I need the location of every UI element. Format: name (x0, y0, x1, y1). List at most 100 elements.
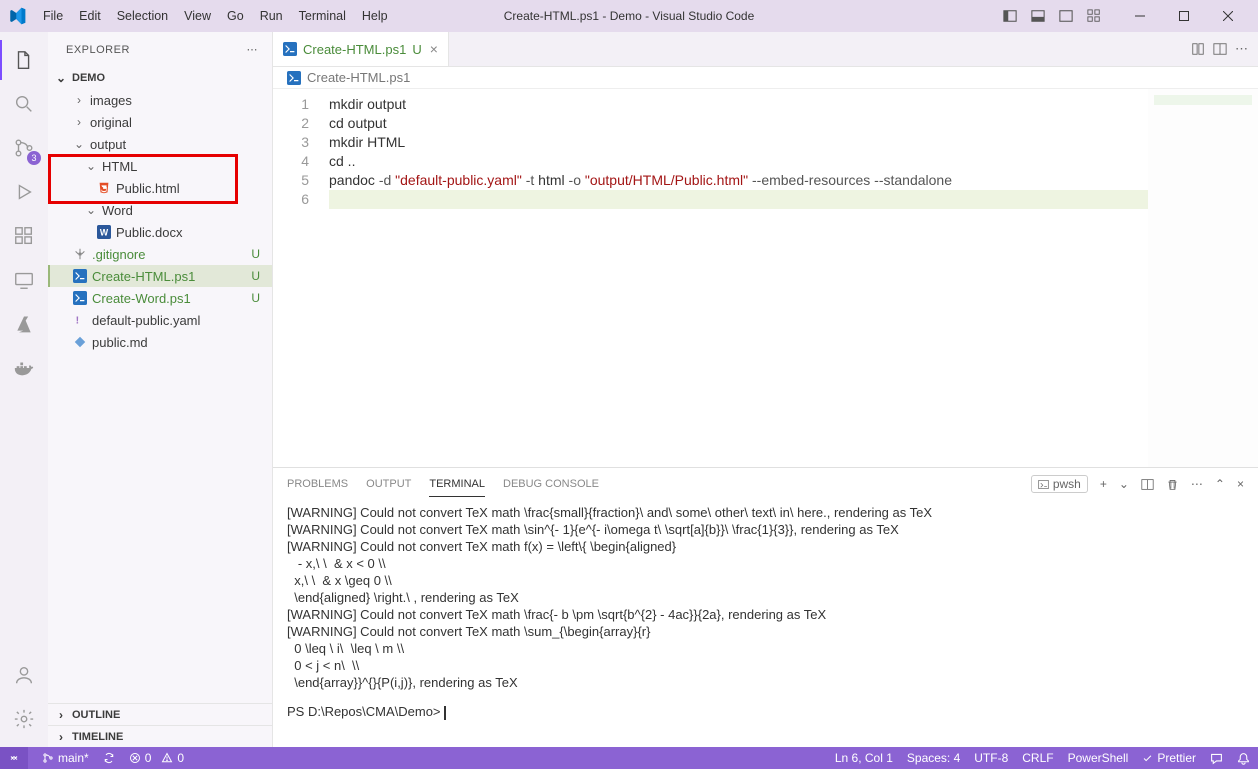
file-public-md[interactable]: public.md (48, 331, 272, 353)
menu-selection[interactable]: Selection (110, 5, 175, 27)
panel-more-icon[interactable]: ⋯ (1191, 477, 1203, 491)
file-default-public-yaml[interactable]: !default-public.yaml (48, 309, 272, 331)
folder-html[interactable]: ⌄HTML (48, 155, 272, 177)
close-window-button[interactable] (1206, 0, 1250, 32)
extensions-activity[interactable] (0, 214, 48, 258)
indentation-status[interactable]: Spaces: 4 (907, 751, 960, 765)
git-branch[interactable]: main* (42, 751, 89, 765)
settings-activity[interactable] (0, 697, 48, 741)
panel-tab-debug-console[interactable]: DEBUG CONSOLE (503, 472, 599, 496)
file-create-html-ps1[interactable]: Create-HTML.ps1U (48, 265, 272, 287)
debug-activity[interactable] (0, 170, 48, 214)
menu-go[interactable]: Go (220, 5, 251, 27)
git-status-letter: U (251, 247, 264, 261)
maximize-panel-icon[interactable]: ⌃ (1215, 477, 1225, 491)
azure-activity[interactable] (0, 302, 48, 346)
explorer-activity[interactable] (0, 38, 48, 82)
tab-status: U (412, 42, 421, 57)
remote-indicator[interactable] (0, 747, 28, 769)
panel-tab-terminal[interactable]: TERMINAL (429, 472, 485, 497)
timeline-section[interactable]: › TIMELINE (48, 725, 272, 747)
svg-text:W: W (100, 228, 109, 238)
menu-run[interactable]: Run (253, 5, 290, 27)
search-activity[interactable] (0, 82, 48, 126)
folder-images[interactable]: ›images (48, 89, 272, 111)
file-create-word-ps1[interactable]: Create-Word.ps1U (48, 287, 272, 309)
code-editor[interactable]: 123456 mkdir output cd output mkdir HTML… (273, 89, 1258, 467)
chevron-down-icon: ⌄ (54, 71, 68, 85)
prettier-status[interactable]: Prettier (1142, 751, 1196, 765)
terminal-prompt[interactable]: PS D:\Repos\CMA\Demo> (287, 703, 1244, 720)
explorer-section-header[interactable]: ⌄ DEMO (48, 67, 272, 89)
cursor-position[interactable]: Ln 6, Col 1 (835, 751, 893, 765)
minimize-button[interactable] (1118, 0, 1162, 32)
html-icon (96, 180, 112, 196)
item-label: Public.html (116, 181, 180, 196)
breadcrumb-label: Create-HTML.ps1 (307, 70, 410, 85)
explorer-title: EXPLORER (66, 44, 130, 56)
close-tab-icon[interactable]: × (430, 41, 438, 57)
item-label: public.md (92, 335, 148, 350)
git-icon (72, 246, 88, 262)
outline-section[interactable]: › OUTLINE (48, 703, 272, 725)
explorer-more-icon[interactable]: ⋯ (247, 43, 259, 56)
chevron-right-icon: › (72, 115, 86, 129)
problems-status[interactable]: 0 0 (129, 751, 184, 765)
item-label: Word (102, 203, 133, 218)
terminal-shell-selector[interactable]: pwsh (1031, 475, 1088, 493)
title-bar: FileEditSelectionViewGoRunTerminalHelp C… (0, 0, 1258, 32)
maximize-button[interactable] (1162, 0, 1206, 32)
menu-edit[interactable]: Edit (72, 5, 108, 27)
editor-tabs: Create-HTML.ps1 U × ⋯ (273, 32, 1258, 67)
git-status-letter: U (251, 291, 264, 305)
kill-terminal-icon[interactable] (1166, 478, 1179, 491)
terminal-dropdown-icon[interactable]: ⌄ (1119, 477, 1129, 491)
powershell-icon (287, 71, 301, 85)
chevron-right-icon: › (54, 730, 68, 744)
new-terminal-icon[interactable]: + (1100, 477, 1107, 491)
scm-activity[interactable]: 3 (0, 126, 48, 170)
layout-right-icon[interactable] (1054, 4, 1078, 28)
notifications-icon[interactable] (1237, 752, 1250, 765)
file-public-docx[interactable]: W Public.docx (48, 221, 272, 243)
activity-bar: 3 (0, 32, 48, 747)
file-public-html[interactable]: Public.html (48, 177, 272, 199)
md-icon (72, 334, 88, 350)
item-label: HTML (102, 159, 137, 174)
folder-original[interactable]: › original (48, 111, 272, 133)
file--gitignore[interactable]: .gitignoreU (48, 243, 272, 265)
menu-terminal[interactable]: Terminal (292, 5, 353, 27)
panel-tab-output[interactable]: OUTPUT (366, 472, 411, 496)
layout-left-icon[interactable] (998, 4, 1022, 28)
panel-tabs: PROBLEMS OUTPUT TERMINAL DEBUG CONSOLE pwsh… (273, 468, 1258, 500)
split-editor-icon[interactable] (1213, 42, 1227, 56)
account-activity[interactable] (0, 653, 48, 697)
compare-icon[interactable] (1191, 42, 1205, 56)
layout-bottom-icon[interactable] (1026, 4, 1050, 28)
feedback-icon[interactable] (1210, 752, 1223, 765)
panel-tab-problems[interactable]: PROBLEMS (287, 472, 348, 496)
more-actions-icon[interactable]: ⋯ (1235, 41, 1248, 57)
menu-view[interactable]: View (177, 5, 218, 27)
minimap[interactable] (1148, 89, 1258, 467)
menu-help[interactable]: Help (355, 5, 395, 27)
remote-explorer-activity[interactable] (0, 258, 48, 302)
sync-status[interactable] (103, 752, 115, 764)
item-label: Public.docx (116, 225, 182, 240)
folder-output[interactable]: ⌄output (48, 133, 272, 155)
tab-create-html[interactable]: Create-HTML.ps1 U × (273, 32, 449, 66)
layout-customize-icon[interactable] (1082, 4, 1106, 28)
close-panel-icon[interactable]: × (1237, 477, 1244, 491)
terminal-output[interactable]: [WARNING] Could not convert TeX math \fr… (273, 500, 1258, 747)
split-terminal-icon[interactable] (1141, 478, 1154, 491)
docker-activity[interactable] (0, 346, 48, 390)
eol-status[interactable]: CRLF (1022, 751, 1053, 765)
breadcrumb[interactable]: Create-HTML.ps1 (273, 67, 1258, 89)
folder-word[interactable]: ⌄Word (48, 199, 272, 221)
tab-label: Create-HTML.ps1 (303, 42, 406, 57)
item-label: original (90, 115, 132, 130)
line-numbers: 123456 (273, 89, 321, 467)
encoding-status[interactable]: UTF-8 (974, 751, 1008, 765)
menu-file[interactable]: File (36, 5, 70, 27)
language-mode[interactable]: PowerShell (1068, 751, 1129, 765)
